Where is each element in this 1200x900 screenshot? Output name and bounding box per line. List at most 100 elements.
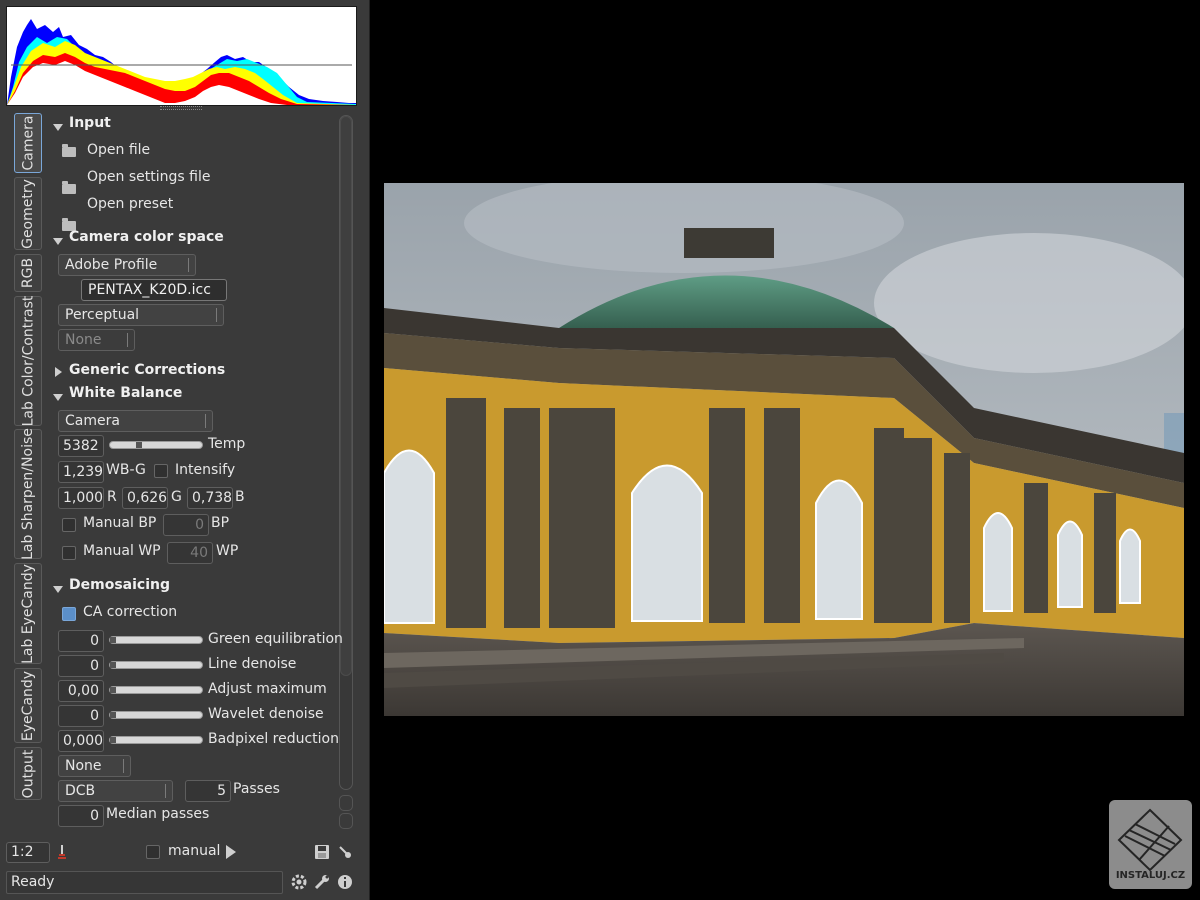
wp-spinbox[interactable]: 40 <box>167 542 213 564</box>
r-spinbox[interactable]: 1,000 <box>58 487 104 509</box>
slider-knob[interactable] <box>110 662 116 668</box>
gear-icon[interactable] <box>291 874 307 894</box>
generic-corrections-title[interactable]: Generic Corrections <box>69 362 225 378</box>
folder-icon <box>62 181 76 194</box>
camera-color-space-title[interactable]: Camera color space <box>69 229 224 245</box>
wbg-label: WB-G <box>106 462 146 478</box>
info-icon[interactable] <box>337 874 353 894</box>
manual-wp-checkbox[interactable] <box>62 546 76 560</box>
input-section-title[interactable]: Input <box>69 115 111 131</box>
tab-geometry-label: Geometry <box>20 178 36 249</box>
tab-lab-sharpen-noise[interactable]: Lab Sharpen/Noise <box>14 428 42 560</box>
save-icon[interactable] <box>315 845 329 863</box>
left-panel <box>0 0 369 900</box>
tab-lab-eyecandy[interactable]: Lab EyeCandy <box>14 563 42 664</box>
green-equilibration-spinbox[interactable]: 0 <box>58 630 104 652</box>
generic-corrections-expand-icon[interactable] <box>55 365 62 381</box>
badpixel-reduction-label: Badpixel reduction <box>208 731 339 747</box>
white-balance-collapse-icon[interactable] <box>53 389 63 405</box>
tab-geometry[interactable]: Geometry <box>14 177 42 250</box>
open-file-button[interactable]: Open file <box>87 142 150 158</box>
ca-correction-label: CA correction <box>83 604 178 620</box>
wavelet-denoise-spinbox[interactable]: 0 <box>58 705 104 727</box>
open-preset-button[interactable]: Open preset <box>87 196 173 212</box>
demosaicing-collapse-icon[interactable] <box>53 581 63 597</box>
b-spinbox[interactable]: 0,738 <box>187 487 233 509</box>
adjust-maximum-spinbox[interactable]: 0,00 <box>58 680 104 702</box>
watermark-text: INSTALUJ.CZ <box>1115 870 1186 881</box>
line-denoise-spinbox[interactable]: 0 <box>58 655 104 677</box>
tab-eyecandy[interactable]: EyeCandy <box>14 668 42 743</box>
tab-lab-color-contrast-label: Lab Color/Contrast <box>20 295 36 427</box>
scroll-down-button[interactable] <box>339 813 353 829</box>
g-spinbox[interactable]: 0,626 <box>122 487 168 509</box>
scroll-up-button[interactable] <box>339 795 353 811</box>
panel-divider[interactable] <box>369 0 370 900</box>
badpixel-reduction-spinbox[interactable]: 0,000 <box>58 730 104 752</box>
temp-spinbox[interactable]: 5382 <box>58 435 104 457</box>
wb-mode-select[interactable]: Camera <box>58 410 213 432</box>
tab-camera[interactable]: Camera <box>14 113 42 173</box>
secondary-select[interactable]: None <box>58 329 135 351</box>
slider-knob[interactable] <box>110 712 116 718</box>
green-equilibration-label: Green equilibration <box>208 631 343 647</box>
slider-knob[interactable] <box>110 737 116 743</box>
bp-spinbox[interactable]: 0 <box>163 514 209 536</box>
passes-spinbox[interactable]: 5 <box>185 780 231 802</box>
icc-file-field[interactable]: PENTAX_K20D.icc <box>81 279 227 301</box>
pipette-icon[interactable] <box>57 845 67 863</box>
temp-slider[interactable] <box>109 441 203 449</box>
preview-photo[interactable] <box>384 183 1184 716</box>
temp-label: Temp <box>208 436 246 452</box>
line-denoise-label: Line denoise <box>208 656 297 672</box>
bp-label: BP <box>211 515 230 531</box>
profile-select[interactable]: Adobe Profile <box>58 254 196 276</box>
white-balance-title[interactable]: White Balance <box>69 385 182 401</box>
triangle-down-icon <box>53 586 63 593</box>
line-denoise-slider[interactable] <box>109 661 203 669</box>
wavelet-denoise-slider[interactable] <box>109 711 203 719</box>
folder-icon <box>62 144 76 157</box>
manual-checkbox[interactable] <box>146 845 160 859</box>
adjust-maximum-label: Adjust maximum <box>208 681 327 697</box>
passes-label: Passes <box>233 781 280 797</box>
demosaicing-title[interactable]: Demosaicing <box>69 577 170 593</box>
adjust-maximum-slider[interactable] <box>109 686 203 694</box>
tab-lab-color-contrast[interactable]: Lab Color/Contrast <box>14 296 42 426</box>
ca-correction-checkbox[interactable] <box>62 607 76 621</box>
clear-icon[interactable] <box>338 845 352 863</box>
tab-rgb-label: RGB <box>20 257 36 289</box>
open-settings-button[interactable]: Open settings file <box>87 169 210 185</box>
scrollbar-thumb[interactable] <box>340 116 352 676</box>
manual-bp-label: Manual BP <box>83 515 157 531</box>
median-passes-spinbox[interactable]: 0 <box>58 805 104 827</box>
tab-output[interactable]: Output <box>14 747 42 800</box>
zoom-ratio-field[interactable]: 1:2 <box>6 842 50 863</box>
demosaic-none-select[interactable]: None <box>58 755 131 777</box>
slider-knob[interactable] <box>110 687 116 693</box>
slider-knob[interactable] <box>110 637 116 643</box>
intensify-label: Intensify <box>175 462 236 478</box>
wbg-spinbox[interactable]: 1,239 <box>58 461 104 483</box>
watermark-logo: INSTALUJ.CZ <box>1109 800 1192 889</box>
triangle-down-icon <box>53 238 63 245</box>
camera-color-space-collapse-icon[interactable] <box>53 233 63 249</box>
input-collapse-icon[interactable] <box>53 119 63 135</box>
triangle-down-icon <box>53 124 63 131</box>
manual-label: manual <box>168 843 221 859</box>
badpixel-reduction-slider[interactable] <box>109 736 203 744</box>
green-equilibration-slider[interactable] <box>109 636 203 644</box>
g-label: G <box>171 489 182 505</box>
demosaic-algorithm-select[interactable]: DCB <box>58 780 173 802</box>
wrench-icon[interactable] <box>314 874 330 894</box>
intent-select[interactable]: Perceptual <box>58 304 224 326</box>
intensify-checkbox[interactable] <box>154 464 168 478</box>
play-icon[interactable] <box>226 845 236 863</box>
median-passes-label: Median passes <box>106 806 210 822</box>
manual-bp-checkbox[interactable] <box>62 518 76 532</box>
histogram-resize-handle[interactable] <box>160 106 202 110</box>
slider-knob[interactable] <box>136 442 142 448</box>
tab-rgb[interactable]: RGB <box>14 254 42 292</box>
tab-output-label: Output <box>20 749 37 798</box>
manual-wp-label: Manual WP <box>83 543 161 559</box>
